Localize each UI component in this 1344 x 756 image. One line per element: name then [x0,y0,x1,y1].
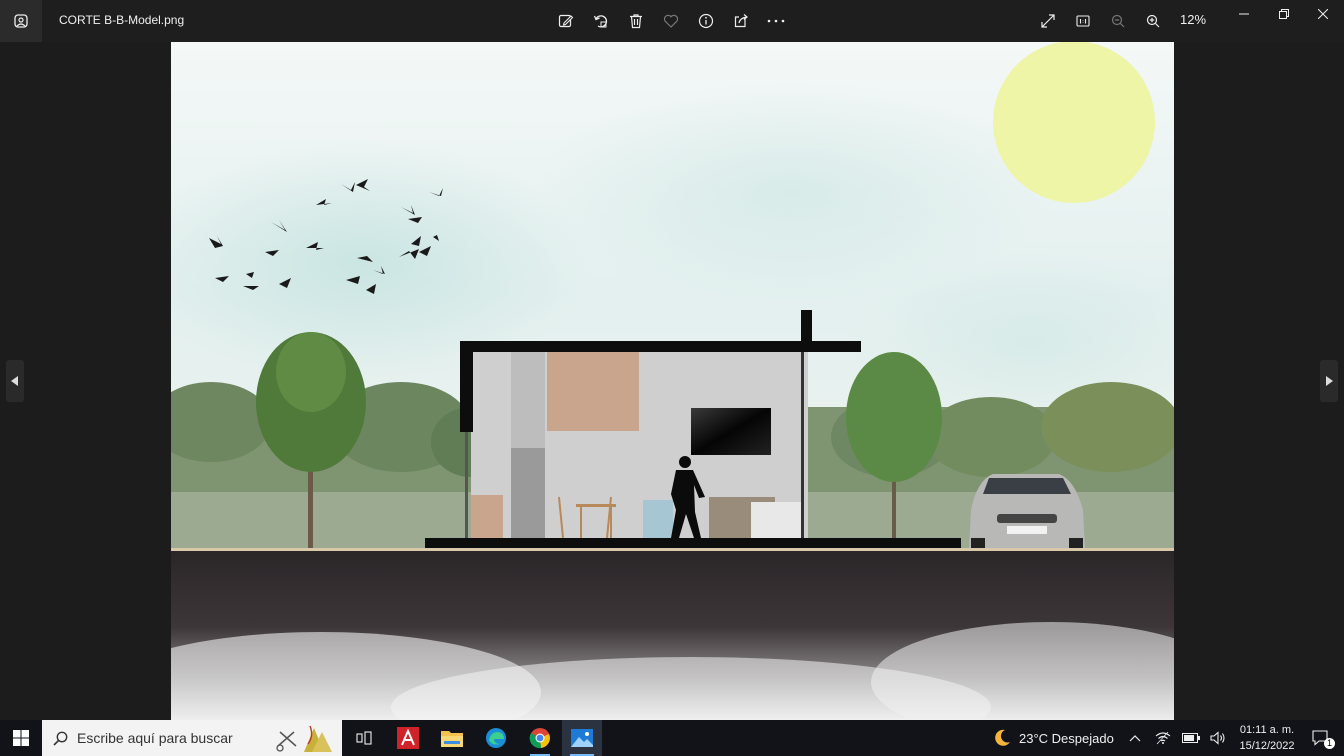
task-view-icon[interactable] [346,720,382,756]
clock[interactable]: 01:11 a. m. 15/12/2022 [1232,722,1302,754]
info-icon[interactable] [695,10,717,32]
rotate-icon[interactable] [590,10,612,32]
file-title: CORTE B-B-Model.png [59,13,185,27]
search-icon [53,731,68,746]
autocad-app-icon[interactable] [390,720,426,756]
edit-image-icon[interactable] [555,10,577,32]
search-placeholder: Escribe aquí para buscar [77,730,233,746]
edge-browser-icon[interactable] [478,720,514,756]
file-explorer-icon[interactable] [434,720,470,756]
sun [993,42,1155,203]
windows-start-icon[interactable] [0,720,42,756]
moon-weather-icon[interactable] [988,720,1016,756]
wifi-icon[interactable] [1152,720,1174,756]
restore-icon[interactable] [1272,4,1296,24]
search-highlight-illustration-icon [276,725,332,752]
taskbar-search-box[interactable]: Escribe aquí para buscar [42,720,342,756]
actual-size-icon[interactable] [1072,10,1094,32]
minimize-icon[interactable] [1232,4,1256,24]
more-options-icon[interactable] [765,10,787,32]
close-icon[interactable] [1311,4,1335,24]
notification-count: 1 [1324,738,1335,749]
zoom-out-icon[interactable] [1107,10,1129,32]
battery-icon[interactable] [1180,720,1202,756]
photos-app-icon[interactable] [0,0,42,42]
clock-time: 01:11 a. m. [1239,724,1295,736]
weather-text[interactable]: 23°C Despejado [1019,731,1114,746]
zoom-level[interactable]: 12% [1180,12,1206,27]
car [969,474,1085,550]
notification-center-icon[interactable]: 1 [1304,720,1338,756]
section-drawing [171,42,1174,720]
favorite-icon[interactable] [660,10,682,32]
previous-image-button[interactable] [6,360,24,402]
chevron-up-icon[interactable] [1124,720,1146,756]
fullscreen-icon[interactable] [1037,10,1059,32]
title-bar: CORTE B-B-Model.png 12% [0,0,1344,42]
clock-date: 15/12/2022 [1239,740,1295,752]
delete-icon[interactable] [625,10,647,32]
volume-icon[interactable] [1207,720,1229,756]
photos-app-taskbar-icon[interactable] [562,720,602,756]
taskbar: Escribe aquí para buscar 23°C Despejado [0,720,1344,756]
next-image-button[interactable] [1320,360,1338,402]
share-icon[interactable] [730,10,752,32]
chrome-browser-icon[interactable] [522,720,558,756]
displayed-image [171,42,1174,720]
tv [691,408,771,455]
zoom-in-icon[interactable] [1142,10,1164,32]
